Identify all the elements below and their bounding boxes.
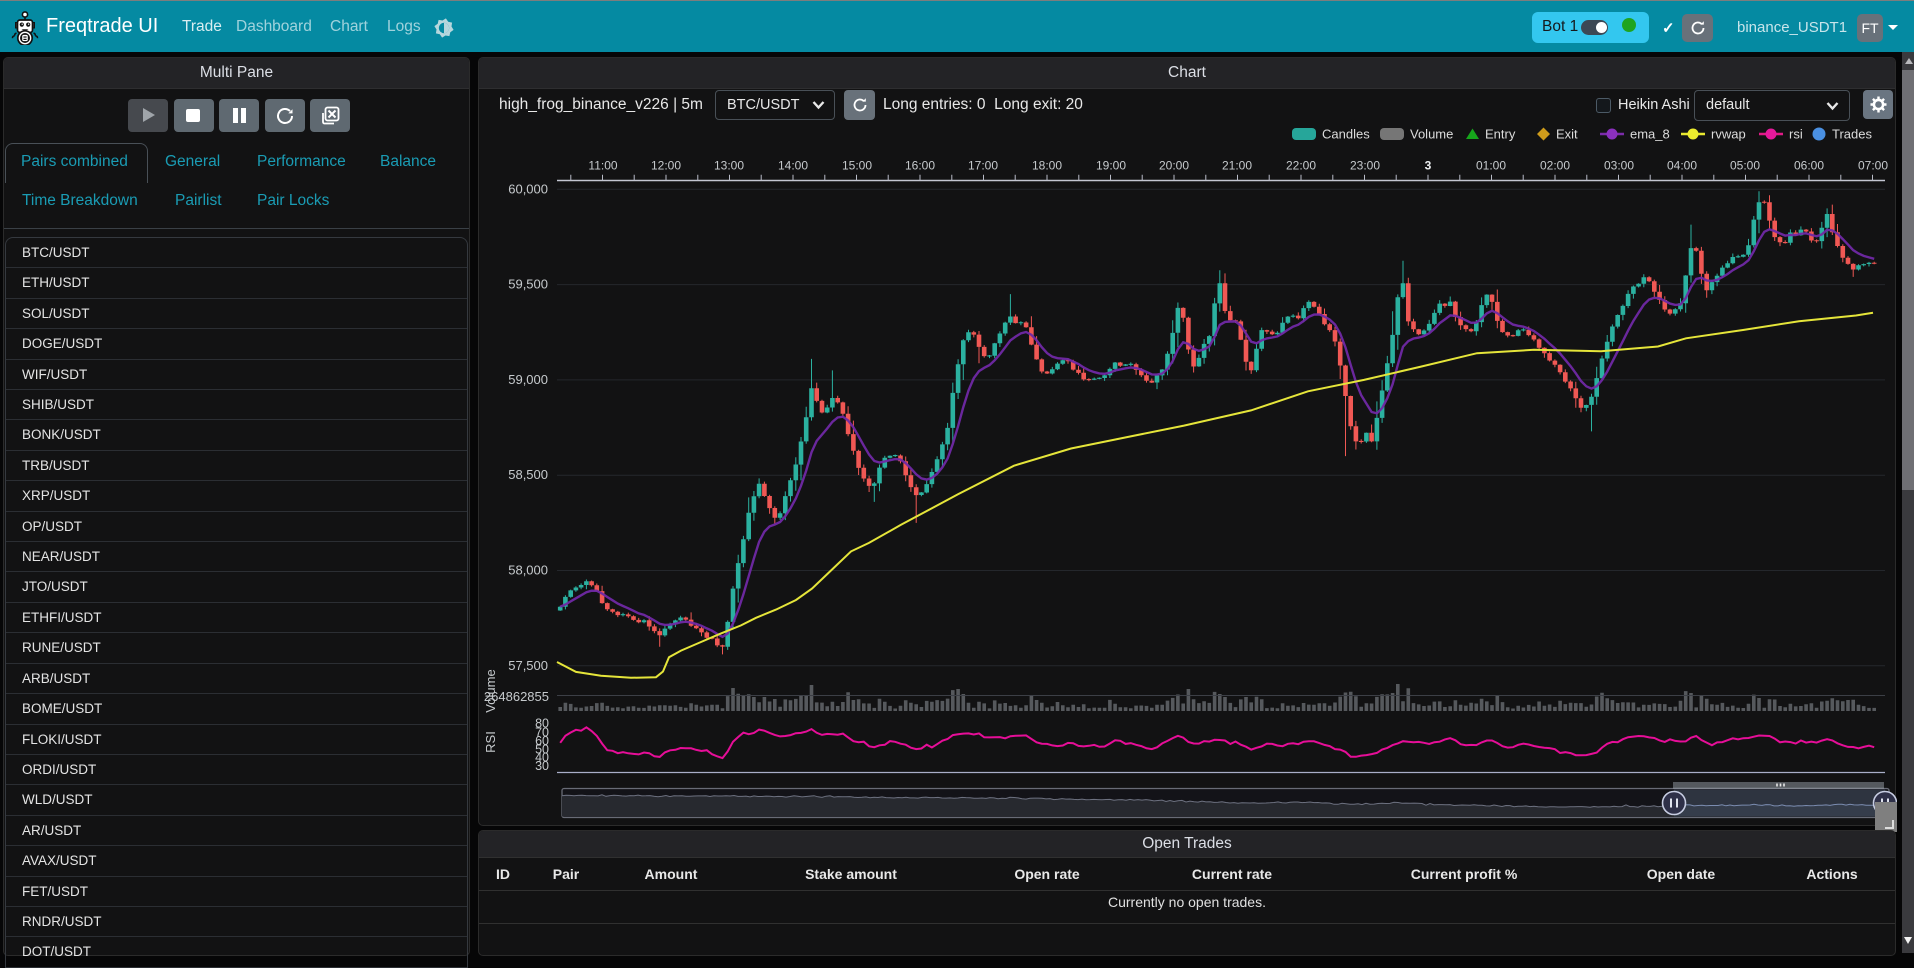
svg-text:59,500: 59,500 xyxy=(508,277,548,292)
svg-text:18:00: 18:00 xyxy=(1032,159,1062,173)
svg-text:19:00: 19:00 xyxy=(1096,159,1126,173)
svg-text:RSI: RSI xyxy=(483,731,498,753)
svg-text:20:00: 20:00 xyxy=(1159,159,1189,173)
svg-text:59,000: 59,000 xyxy=(508,372,548,387)
svg-text:17:00: 17:00 xyxy=(968,159,998,173)
svg-text:rvwap: rvwap xyxy=(1711,127,1746,142)
svg-text:Exit: Exit xyxy=(1556,127,1578,142)
svg-text:06:00: 06:00 xyxy=(1794,159,1824,173)
svg-text:rsi: rsi xyxy=(1789,127,1803,142)
svg-text:3: 3 xyxy=(1425,159,1432,173)
svg-text:05:00: 05:00 xyxy=(1730,159,1760,173)
svg-text:Trades: Trades xyxy=(1832,127,1872,142)
svg-text:16:00: 16:00 xyxy=(905,159,935,173)
svg-text:11:00: 11:00 xyxy=(588,159,617,173)
svg-text:23:00: 23:00 xyxy=(1350,159,1380,173)
svg-text:13:00: 13:00 xyxy=(714,159,744,173)
svg-text:57,500: 57,500 xyxy=(508,658,548,673)
svg-text:15:00: 15:00 xyxy=(842,159,872,173)
svg-text:03:00: 03:00 xyxy=(1604,159,1634,173)
svg-text:58,500: 58,500 xyxy=(508,467,548,482)
svg-text:14:00: 14:00 xyxy=(778,159,808,173)
svg-text:60,000: 60,000 xyxy=(508,181,548,196)
svg-text:30: 30 xyxy=(535,759,549,773)
svg-text:58,000: 58,000 xyxy=(508,563,548,578)
svg-text:01:00: 01:00 xyxy=(1476,159,1506,173)
svg-text:Candles: Candles xyxy=(1322,127,1370,142)
svg-text:ema_8: ema_8 xyxy=(1630,127,1670,142)
svg-text:Entry: Entry xyxy=(1485,127,1516,142)
svg-text:Volume: Volume xyxy=(483,669,498,712)
svg-text:22:00: 22:00 xyxy=(1286,159,1316,173)
svg-text:07:00: 07:00 xyxy=(1858,159,1888,173)
svg-text:04:00: 04:00 xyxy=(1667,159,1697,173)
svg-text:21:00: 21:00 xyxy=(1222,159,1252,173)
svg-text:02:00: 02:00 xyxy=(1540,159,1570,173)
svg-text:12:00: 12:00 xyxy=(651,159,681,173)
svg-text:Volume: Volume xyxy=(1410,127,1453,142)
